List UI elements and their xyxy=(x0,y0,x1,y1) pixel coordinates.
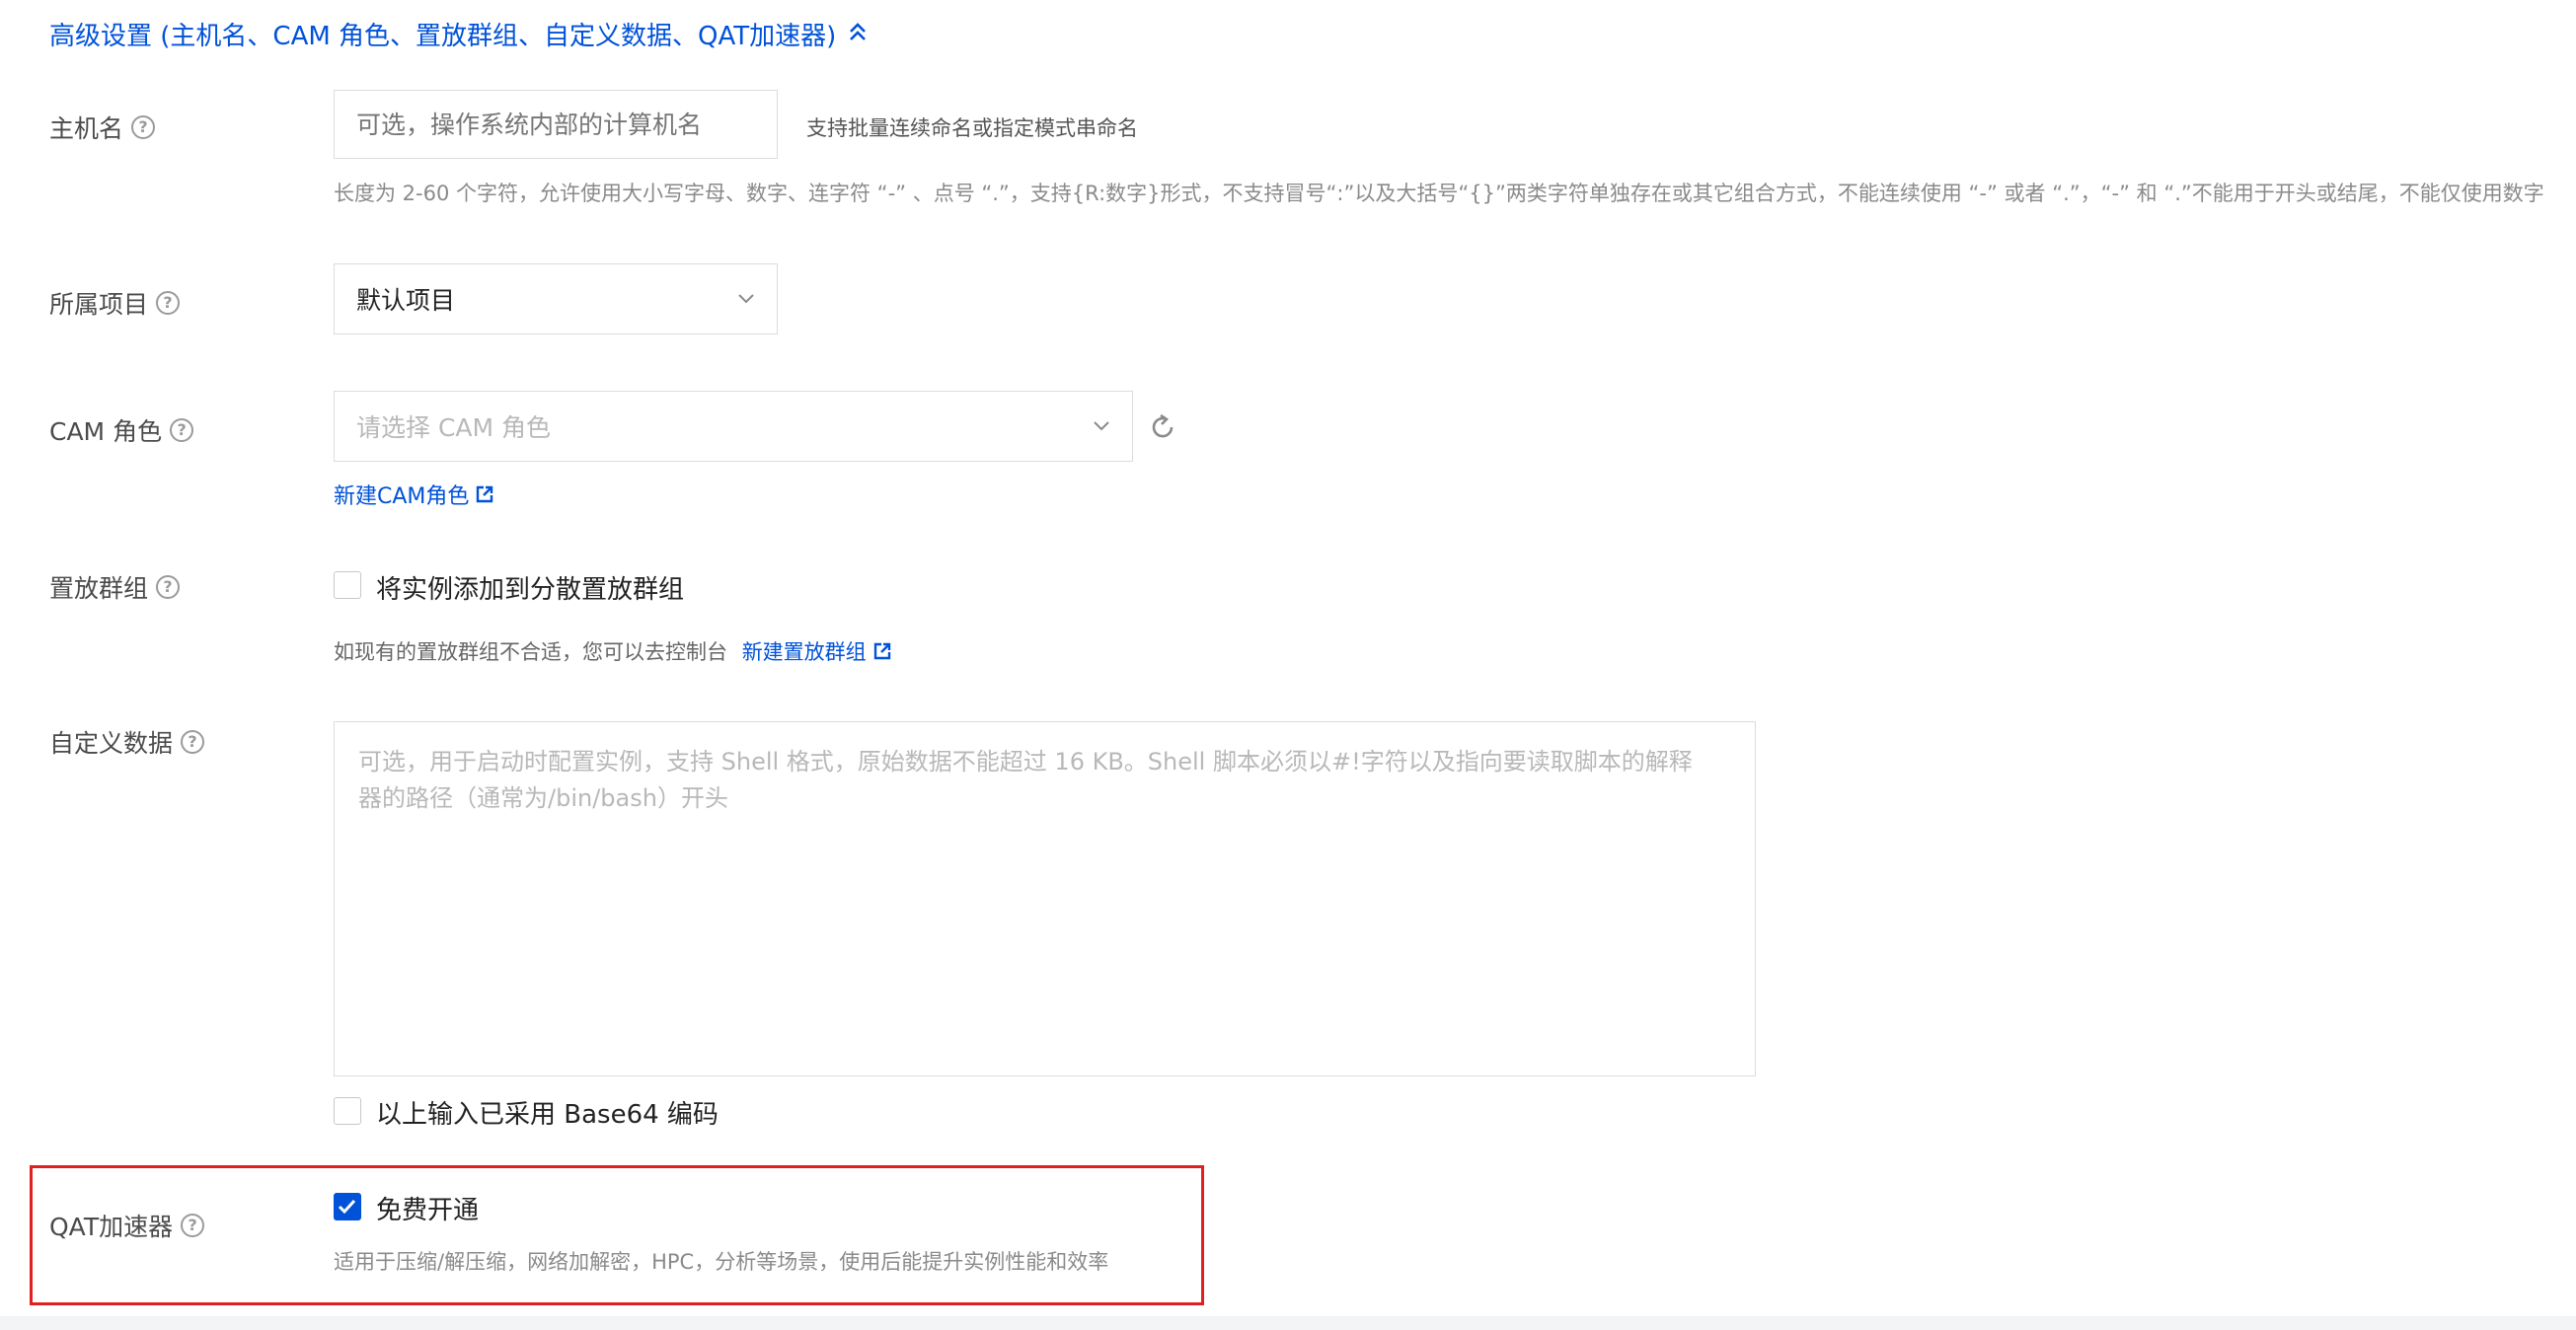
external-link-icon xyxy=(872,641,892,666)
hostname-rule-hint: 长度为 2-60 个字符，允许使用大小写字母、数字、连字符 “-” 、点号 “.… xyxy=(334,182,2544,205)
external-link-icon xyxy=(475,484,494,510)
help-icon[interactable]: ? xyxy=(156,291,181,315)
user-data-textarea[interactable]: 可选，用于启动时配置实例，支持 Shell 格式，原始数据不能超过 16 KB。… xyxy=(334,721,1756,1076)
page-bottom-strip xyxy=(0,1316,2576,1330)
help-icon[interactable]: ? xyxy=(170,418,194,442)
cam-role-label: CAM 角色 ? xyxy=(49,412,194,448)
project-selected-value: 默认项目 xyxy=(356,286,456,315)
create-cam-role-link[interactable]: 新建CAM角色 xyxy=(334,479,494,510)
create-placement-group-link[interactable]: 新建置放群组 xyxy=(742,640,892,664)
user-data-placeholder-line2: 器的路径（通常为/bin/bash）开头 xyxy=(358,784,728,812)
placement-group-checkbox[interactable] xyxy=(334,571,361,599)
qat-checkbox[interactable] xyxy=(334,1193,361,1220)
help-icon[interactable]: ? xyxy=(181,730,205,754)
base64-checkbox[interactable] xyxy=(334,1097,361,1125)
advanced-settings-label: 高级设置 (主机名、CAM 角色、置放群组、自定义数据、QAT加速器) xyxy=(49,22,837,51)
user-data-label: 自定义数据 ? xyxy=(49,724,205,760)
chevron-double-up-icon xyxy=(848,20,868,49)
placement-group-label: 置放群组 ? xyxy=(49,569,181,605)
hostname-side-hint: 支持批量连续命名或指定模式串命名 xyxy=(806,116,1138,140)
project-select[interactable]: 默认项目 xyxy=(334,263,778,334)
base64-checkbox-label: 以上输入已采用 Base64 编码 xyxy=(376,1100,719,1130)
advanced-settings-toggle[interactable]: 高级设置 (主机名、CAM 角色、置放群组、自定义数据、QAT加速器) xyxy=(49,16,868,52)
user-data-placeholder-line1: 可选，用于启动时配置实例，支持 Shell 格式，原始数据不能超过 16 KB。… xyxy=(358,748,1693,776)
help-icon[interactable]: ? xyxy=(156,575,181,599)
placement-group-checkbox-label: 将实例添加到分散置放群组 xyxy=(376,575,685,605)
qat-label: QAT加速器 ? xyxy=(49,1208,205,1243)
hostname-label: 主机名 ? xyxy=(49,110,156,145)
cam-role-select[interactable]: 请选择 CAM 角色 xyxy=(334,391,1133,462)
chevron-down-icon xyxy=(1094,421,1109,431)
project-label: 所属项目 ? xyxy=(49,285,181,321)
help-icon[interactable]: ? xyxy=(181,1214,205,1237)
placement-group-hint: 如现有的置放群组不合适，您可以去控制台 新建置放群组 xyxy=(334,636,892,666)
hostname-input[interactable] xyxy=(334,90,778,159)
checkmark-icon xyxy=(338,1199,356,1215)
refresh-icon[interactable] xyxy=(1148,412,1177,446)
help-icon[interactable]: ? xyxy=(131,115,156,139)
qat-hint: 适用于压缩/解压缩，网络加解密，HPC，分析等场景，使用后能提升实例性能和效率 xyxy=(334,1250,1109,1274)
cam-role-placeholder: 请选择 CAM 角色 xyxy=(356,413,552,442)
chevron-down-icon xyxy=(738,294,754,304)
qat-highlight-box xyxy=(30,1165,1204,1305)
qat-checkbox-label: 免费开通 xyxy=(376,1196,480,1225)
